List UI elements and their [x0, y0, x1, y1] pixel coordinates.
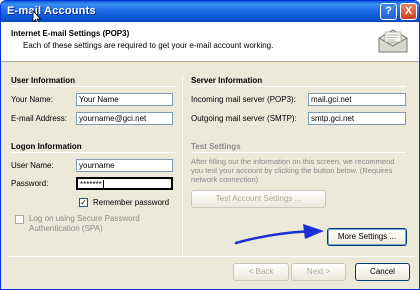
test-settings-heading: Test Settings [191, 142, 241, 151]
email-address-label: E-mail Address: [11, 114, 68, 123]
outgoing-server-label: Outgoing mail server (SMTP): [191, 114, 297, 123]
cancel-button[interactable]: Cancel [355, 263, 410, 281]
dialog-header: Internet E-mail Settings (POP3) Each of … [1, 22, 419, 62]
footer-divider [7, 256, 415, 257]
close-button[interactable]: X [400, 3, 417, 20]
spa-label-line1: Log on using Secure Password [29, 214, 140, 223]
column-divider [182, 76, 183, 257]
back-button[interactable]: < Back [233, 263, 289, 281]
test-settings-divider [191, 152, 406, 153]
remember-password-checkbox[interactable]: ✓ [79, 198, 88, 207]
window-title: E-mail Accounts [7, 5, 96, 17]
email-accounts-dialog: E-mail Accounts ? X Internet E-mail Sett… [0, 0, 420, 290]
spa-label-line2: Authentication (SPA) [29, 224, 103, 233]
password-field[interactable]: ******* [76, 177, 173, 190]
envelope-icon [378, 29, 408, 53]
logon-info-divider [11, 152, 176, 153]
remember-password-label: Remember password [93, 198, 170, 207]
text-caret [102, 180, 104, 188]
header-subtitle: Each of these settings are required to g… [23, 41, 274, 50]
your-name-label: Your Name: [11, 95, 53, 104]
help-button[interactable]: ? [380, 3, 397, 20]
user-name-label: User Name: [11, 161, 54, 170]
user-info-divider [11, 86, 176, 87]
header-title: Internet E-mail Settings (POP3) [11, 29, 130, 38]
test-account-settings-button[interactable]: Test Account Settings ... [191, 190, 326, 208]
your-name-field[interactable]: Your Name [76, 93, 173, 106]
spa-checkbox[interactable] [15, 215, 24, 224]
email-address-field[interactable]: yourname@gci.net [76, 112, 173, 125]
server-info-heading: Server Information [191, 76, 263, 85]
incoming-server-label: Incoming mail server (POP3): [191, 95, 296, 104]
test-settings-note: After filling out the information on thi… [191, 157, 395, 184]
password-value: ******* [80, 180, 102, 189]
password-label: Password: [11, 179, 49, 188]
title-bar[interactable]: E-mail Accounts ? X [1, 1, 419, 22]
user-name-field[interactable]: yourname [76, 159, 173, 172]
server-info-divider [191, 86, 406, 87]
user-info-heading: User Information [11, 76, 76, 85]
incoming-server-field[interactable]: mail.gci.net [308, 93, 406, 106]
outgoing-server-field[interactable]: smtp.gci.net [308, 112, 406, 125]
more-settings-button[interactable]: More Settings ... [327, 228, 407, 246]
blue-arrow-annotation [234, 224, 324, 245]
next-button[interactable]: Next > [291, 263, 346, 281]
logon-info-heading: Logon Information [11, 142, 82, 151]
dialog-body: Internet E-mail Settings (POP3) Each of … [1, 22, 419, 289]
